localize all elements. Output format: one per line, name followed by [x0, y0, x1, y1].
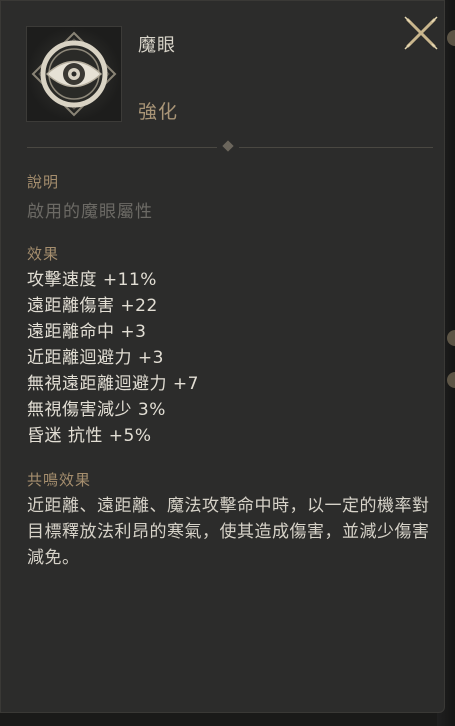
effect-item: 近距離迴避力 +3: [27, 348, 164, 368]
resonance-text: 近距離、遠距離、魔法攻擊命中時，以一定的機率對目標釋放法利昂的寒氣，使其造成傷害…: [27, 496, 430, 568]
effect-item: 遠距離傷害 +22: [27, 296, 158, 316]
effect-item: 無視傷害減少 3%: [27, 400, 166, 420]
close-x-icon: [404, 16, 438, 50]
background-decoration: [447, 372, 455, 388]
item-icon-frame: [26, 26, 122, 122]
section-divider: [27, 140, 433, 152]
resonance-title: 共鳴效果: [27, 471, 92, 489]
divider-ornament-icon: [222, 140, 234, 152]
background-decoration: [447, 330, 455, 346]
description-title: 說明: [27, 173, 60, 191]
item-grade: 強化: [138, 101, 179, 123]
close-button[interactable]: [401, 13, 441, 53]
tooltip-header: 魔眼 強化: [1, 1, 444, 141]
description-text: 啟用的魔眼屬性: [27, 202, 153, 222]
effects-list: 攻擊速度 +11% 遠距離傷害 +22 遠距離命中 +3 近距離迴避力 +3 無…: [27, 267, 199, 449]
item-name: 魔眼: [138, 35, 176, 56]
effect-item: 無視遠距離迴避力 +7: [27, 374, 199, 394]
divider-line: [239, 147, 433, 148]
eye-icon: [27, 27, 121, 121]
effect-item: 遠距離命中 +3: [27, 322, 147, 342]
item-tooltip-panel: 魔眼 強化 說明 啟用的魔眼屬性 效果 攻擊速度 +11% 遠距離傷害 +22 …: [0, 0, 445, 713]
background-decoration: [447, 30, 455, 46]
divider-line: [27, 147, 217, 148]
effect-item: 攻擊速度 +11%: [27, 270, 157, 290]
effects-title: 效果: [27, 245, 60, 263]
effect-item: 昏迷 抗性 +5%: [27, 426, 152, 446]
